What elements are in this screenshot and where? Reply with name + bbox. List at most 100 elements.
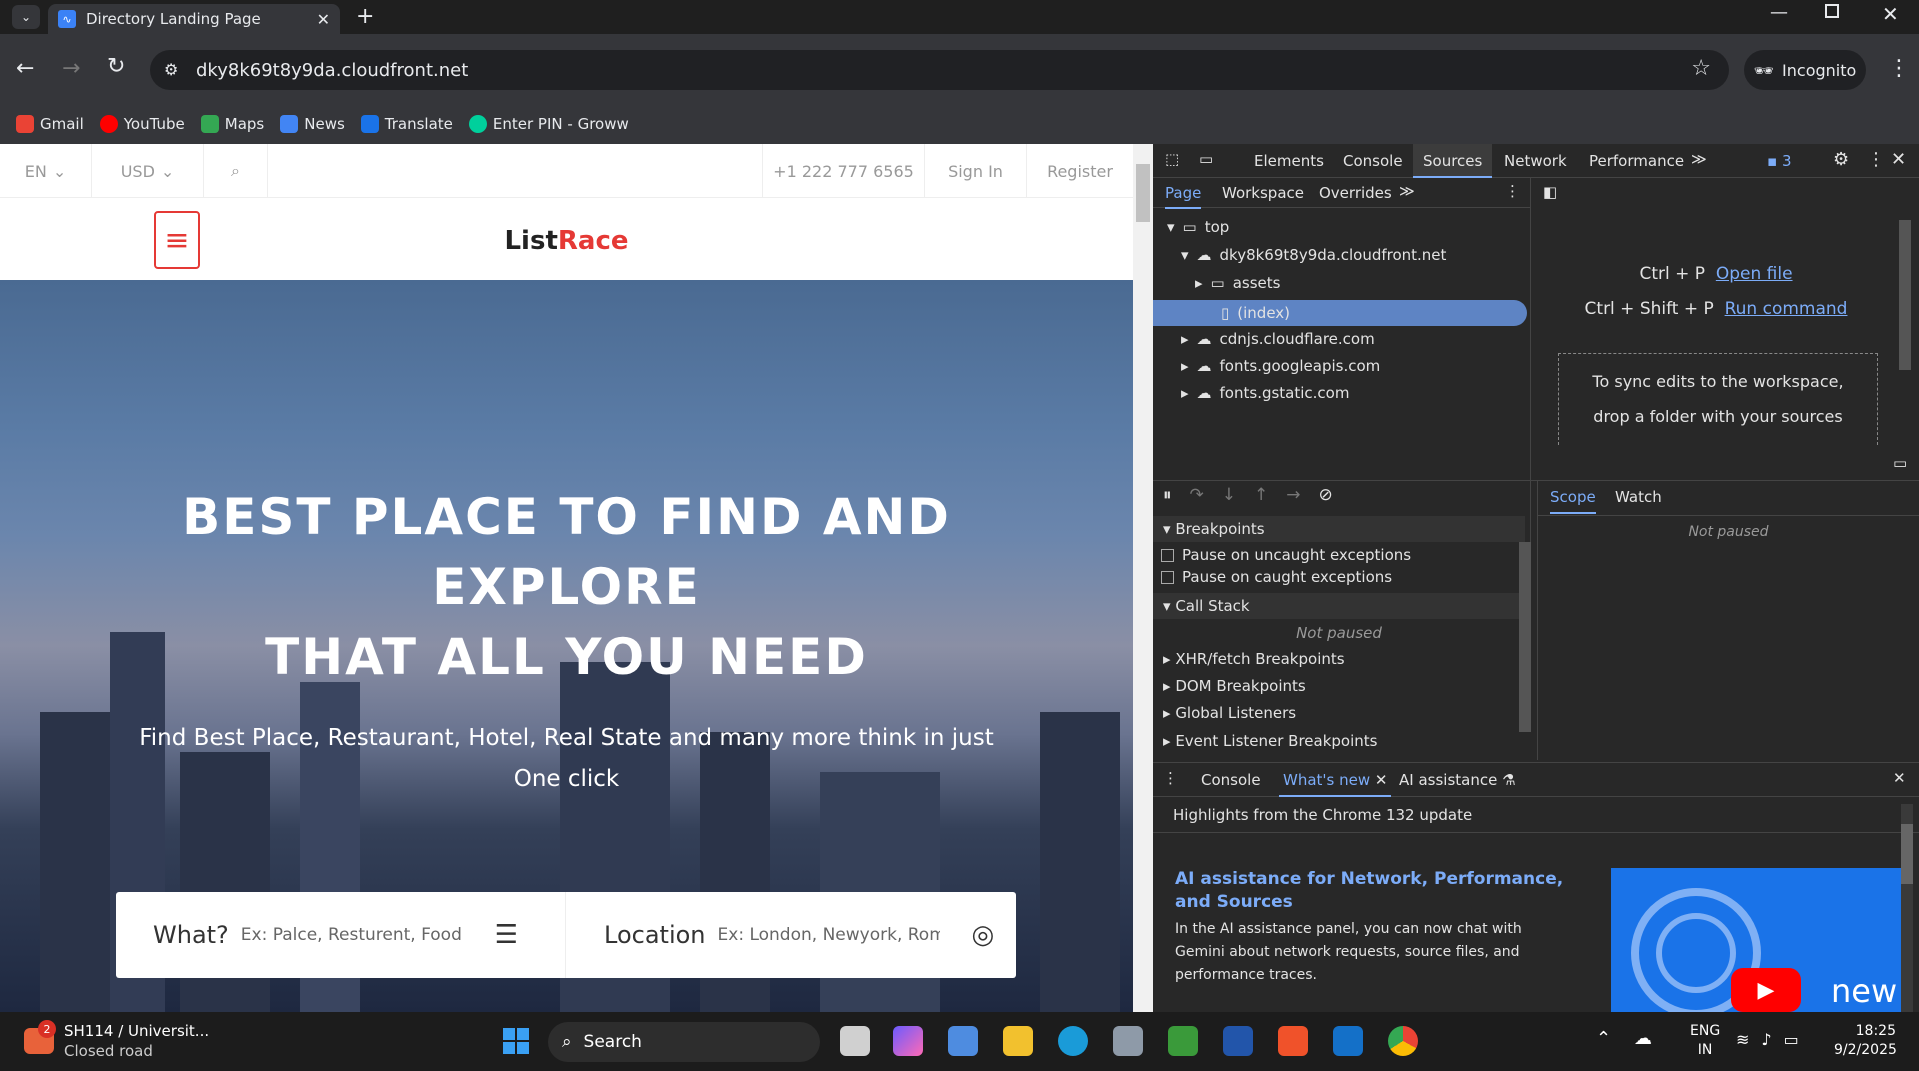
pause-icon[interactable]: ⏸	[1163, 485, 1172, 505]
nav-tab-overrides[interactable]: Overrides	[1319, 184, 1392, 202]
bookmark-gmail[interactable]: Gmail	[16, 115, 84, 133]
drawer-menu-icon[interactable]: ⋮	[1163, 769, 1178, 787]
deactivate-breakpoints-icon[interactable]: ⊘	[1319, 485, 1333, 505]
drawer-scrollbar[interactable]	[1901, 804, 1913, 1012]
app-icon[interactable]	[1223, 1026, 1253, 1056]
more-tabs-icon[interactable]: ≫	[1691, 150, 1707, 168]
bookmark-star-icon[interactable]: ☆	[1691, 56, 1711, 81]
settings-gear-icon[interactable]: ⚙	[1833, 149, 1849, 170]
step-into-icon[interactable]: ↓	[1222, 485, 1236, 505]
close-drawer-icon[interactable]: ✕	[1893, 769, 1906, 787]
tab-console[interactable]: Console	[1343, 152, 1403, 170]
store-icon[interactable]	[948, 1026, 978, 1056]
page-scrollbar[interactable]	[1133, 144, 1153, 1012]
task-view-icon[interactable]	[840, 1026, 870, 1056]
feature-title-link[interactable]: AI assistance for Network, Performance, …	[1175, 868, 1565, 914]
tree-item-cdnjs[interactable]: ▸ ☁ cdnjs.cloudflare.com	[1181, 330, 1375, 348]
close-tab-icon[interactable]: ✕	[1375, 771, 1388, 789]
global-listeners-section[interactable]: ▸ Global Listeners	[1163, 704, 1296, 722]
language-select[interactable]: EN ⌄	[0, 144, 92, 198]
editor-scrollbar[interactable]	[1899, 220, 1911, 370]
pause-uncaught-row[interactable]: Pause on uncaught exceptions	[1161, 546, 1411, 564]
tab-elements[interactable]: Elements	[1254, 152, 1324, 170]
copilot-icon[interactable]	[893, 1026, 923, 1056]
what-input[interactable]: Ex: Palce, Resturent, Food,	[241, 925, 463, 945]
scrollbar-thumb[interactable]	[1901, 824, 1913, 884]
toggle-debugger-icon[interactable]: ▭	[1893, 454, 1907, 472]
close-window-button[interactable]: ✕	[1882, 2, 1899, 26]
pause-uncaught-checkbox[interactable]	[1161, 548, 1174, 562]
step-over-icon[interactable]: ↷	[1190, 485, 1204, 505]
onedrive-icon[interactable]: ☁	[1634, 1028, 1652, 1049]
bookmark-news[interactable]: News	[280, 115, 345, 133]
close-devtools-icon[interactable]: ✕	[1891, 149, 1906, 170]
more-nav-tabs-icon[interactable]: ≫	[1399, 182, 1415, 200]
tab-network[interactable]: Network	[1504, 152, 1567, 170]
inspect-element-icon[interactable]: ⬚	[1165, 150, 1179, 168]
outlook-icon[interactable]	[1333, 1026, 1363, 1056]
chrome-icon[interactable]	[1388, 1026, 1418, 1056]
sidebar-scrollbar[interactable]	[1519, 542, 1531, 732]
app-icon[interactable]	[1113, 1026, 1143, 1056]
locate-me-icon[interactable]: ◎	[972, 920, 995, 950]
drawer-tab-whatsnew[interactable]: What's new ✕	[1279, 763, 1392, 797]
file-explorer-icon[interactable]	[1003, 1026, 1033, 1056]
tree-item-top[interactable]: ▾ ▭ top	[1167, 218, 1229, 236]
tree-item-assets[interactable]: ▸ ▭ assets	[1195, 274, 1280, 292]
list-icon[interactable]: ☰	[495, 920, 518, 950]
edge-icon[interactable]	[1058, 1026, 1088, 1056]
language-indicator[interactable]: ENG IN	[1690, 1022, 1720, 1060]
what-field[interactable]: What? Ex: Palce, Resturent, Food, ☰	[116, 892, 566, 978]
nav-menu-icon[interactable]: ⋮	[1505, 182, 1520, 200]
brave-icon[interactable]	[1278, 1026, 1308, 1056]
xbox-icon[interactable]	[1168, 1026, 1198, 1056]
drawer-tab-console[interactable]: Console	[1201, 771, 1261, 789]
pause-caught-checkbox[interactable]	[1161, 570, 1174, 584]
search-icon[interactable]: ⌕	[204, 144, 268, 198]
site-logo[interactable]: ListRace	[0, 226, 1133, 256]
scrollbar-thumb[interactable]	[1136, 164, 1150, 222]
system-tray[interactable]: ≋ ♪ ▭	[1736, 1030, 1799, 1049]
pause-caught-row[interactable]: Pause on caught exceptions	[1161, 568, 1392, 586]
open-file-link[interactable]: Open file	[1716, 264, 1793, 284]
windows-start-icon[interactable]	[503, 1028, 529, 1054]
tree-item-gstatic[interactable]: ▸ ☁ fonts.gstatic.com	[1181, 384, 1349, 402]
active-tab[interactable]: ∿ Directory Landing Page ✕	[48, 4, 340, 34]
issues-counter[interactable]: ▪ 3	[1767, 152, 1792, 170]
xhr-breakpoints-section[interactable]: ▸ XHR/fetch Breakpoints	[1163, 650, 1345, 668]
play-button-icon[interactable]: ▶	[1731, 968, 1801, 1012]
minimize-button[interactable]: —	[1770, 2, 1788, 23]
location-field[interactable]: Location Ex: London, Newyork, Rom ◎	[566, 892, 1016, 978]
tab-search-button[interactable]: ⌄	[12, 5, 40, 29]
tree-item-googleapis[interactable]: ▸ ☁ fonts.googleapis.com	[1181, 357, 1380, 375]
tree-item-index[interactable]: ▯ (index)	[1153, 300, 1527, 326]
widget-title[interactable]: SH114 / Universit...	[64, 1022, 209, 1040]
new-tab-button[interactable]: +	[356, 4, 374, 29]
close-tab-icon[interactable]: ✕	[317, 10, 330, 29]
taskbar-search-box[interactable]: ⌕ Search	[548, 1022, 820, 1062]
browser-menu-icon[interactable]: ⋮	[1888, 56, 1910, 81]
clock[interactable]: 18:25 9/2/2025	[1834, 1022, 1897, 1060]
tab-sources[interactable]: Sources	[1413, 144, 1493, 178]
device-toolbar-icon[interactable]: ▭	[1199, 150, 1213, 168]
devtools-menu-icon[interactable]: ⋮	[1867, 149, 1885, 170]
feature-video-thumbnail[interactable]: ▶ new	[1611, 868, 1901, 1012]
bookmark-groww[interactable]: Enter PIN - Groww	[468, 115, 629, 133]
step-icon[interactable]: →	[1286, 485, 1300, 505]
tab-performance[interactable]: Performance	[1589, 152, 1684, 170]
tab-scope[interactable]: Scope	[1550, 488, 1596, 514]
tree-item-domain[interactable]: ▾ ☁ dky8k69t8y9da.cloudfront.net	[1181, 246, 1446, 264]
incognito-indicator[interactable]: 🕶 Incognito	[1744, 50, 1866, 90]
tab-watch[interactable]: Watch	[1615, 488, 1662, 506]
run-command-link[interactable]: Run command	[1725, 299, 1848, 319]
address-bar[interactable]: ⚙ dky8k69t8y9da.cloudfront.net ☆	[150, 50, 1729, 90]
event-listener-section[interactable]: ▸ Event Listener Breakpoints	[1163, 732, 1377, 750]
bookmark-translate[interactable]: Translate	[360, 115, 453, 133]
dom-breakpoints-section[interactable]: ▸ DOM Breakpoints	[1163, 677, 1306, 695]
back-arrow-icon[interactable]: ←	[16, 56, 34, 81]
call-stack-header[interactable]: ▾ Call Stack	[1153, 593, 1525, 619]
step-out-icon[interactable]: ↑	[1254, 485, 1268, 505]
signin-link[interactable]: Sign In	[924, 144, 1026, 198]
bookmark-maps[interactable]: Maps	[200, 115, 264, 133]
workspace-dropzone[interactable]: To sync edits to the workspace, drop a f…	[1558, 353, 1878, 445]
